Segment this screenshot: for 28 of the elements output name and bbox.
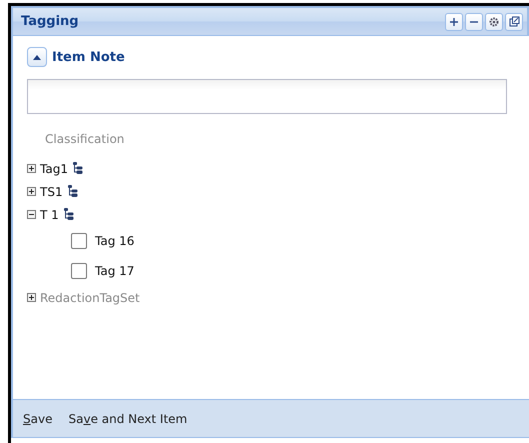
save-and-next-button[interactable]: Save and Next Item bbox=[68, 412, 188, 426]
expand-toggle[interactable] bbox=[27, 164, 36, 173]
expand-all-button[interactable] bbox=[445, 12, 463, 30]
hierarchy-icon bbox=[72, 162, 83, 175]
classification-label: Classification bbox=[45, 132, 126, 148]
plus-icon bbox=[449, 16, 459, 26]
settings-icon bbox=[489, 16, 499, 26]
triangle-icon bbox=[32, 54, 42, 60]
collapse-all-button[interactable] bbox=[465, 12, 483, 30]
item-note-field[interactable] bbox=[27, 79, 507, 114]
settings-button[interactable] bbox=[485, 12, 503, 30]
expand-toggle[interactable] bbox=[27, 187, 36, 196]
item-note-label: Item Note bbox=[52, 50, 125, 64]
hierarchy-icon bbox=[64, 208, 74, 221]
checkbox[interactable] bbox=[71, 233, 87, 249]
checkbox[interactable] bbox=[71, 263, 87, 279]
collapse-button[interactable] bbox=[27, 47, 47, 67]
expand-toggle[interactable] bbox=[27, 210, 36, 219]
panel-title: Tagging bbox=[21, 14, 79, 29]
save-button[interactable]: Save bbox=[23, 412, 52, 426]
popout-button[interactable] bbox=[505, 12, 523, 30]
hierarchy-icon bbox=[68, 185, 78, 198]
tree-item[interactable]: Tag1 bbox=[40, 162, 68, 176]
tree-item[interactable]: TS1 bbox=[40, 184, 63, 198]
popout-icon bbox=[508, 16, 520, 27]
tag-label: Tag 17 bbox=[95, 264, 134, 278]
tag-label: Tag 16 bbox=[95, 234, 134, 248]
tree-item[interactable]: T 1 bbox=[40, 208, 59, 222]
